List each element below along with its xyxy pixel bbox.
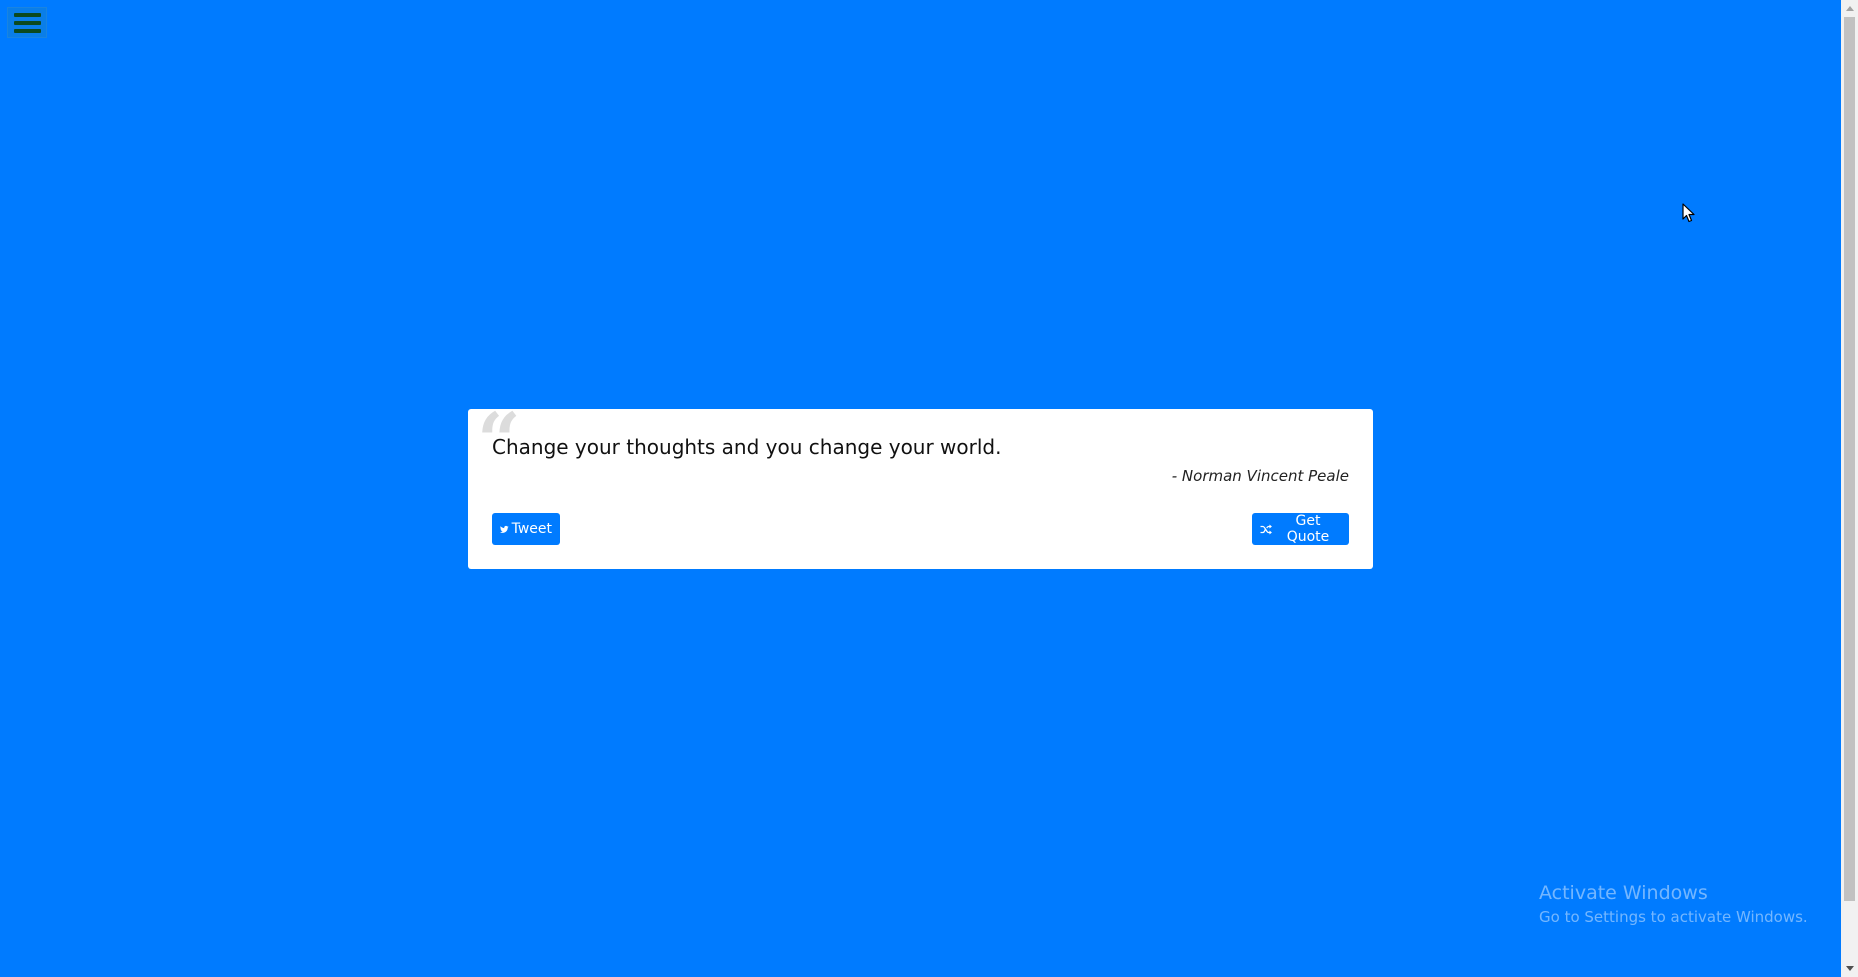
watermark-subtitle: Go to Settings to activate Windows.	[1539, 908, 1808, 926]
mouse-cursor-icon	[1682, 203, 1696, 228]
shuffle-icon	[1260, 524, 1272, 534]
menu-toggle-button[interactable]	[7, 7, 47, 38]
scroll-down-arrow-icon[interactable]	[1841, 960, 1858, 977]
hamburger-icon-bar-1	[13, 12, 41, 17]
get-quote-button[interactable]: Get Quote	[1252, 513, 1349, 545]
quote-card: “ Change your thoughts and you change yo…	[468, 403, 1373, 569]
get-quote-button-label: Get Quote	[1286, 513, 1330, 545]
quote-author: - Norman Vincent Peale	[1171, 467, 1349, 485]
scrollbar-thumb[interactable]	[1844, 17, 1855, 901]
tweet-button[interactable]: Tweet	[492, 513, 560, 545]
scroll-up-arrow-icon[interactable]	[1841, 0, 1858, 17]
hamburger-icon-bar-2	[13, 20, 41, 25]
tweet-button-label: Tweet	[511, 521, 552, 537]
watermark-title: Activate Windows	[1539, 882, 1708, 904]
twitter-icon	[500, 525, 509, 533]
hamburger-icon-bar-3	[13, 28, 41, 33]
vertical-scrollbar[interactable]	[1841, 0, 1858, 977]
quote-text: Change your thoughts and you change your…	[492, 435, 1002, 459]
windows-activation-watermark: Activate Windows Go to Settings to activ…	[1539, 879, 1808, 927]
